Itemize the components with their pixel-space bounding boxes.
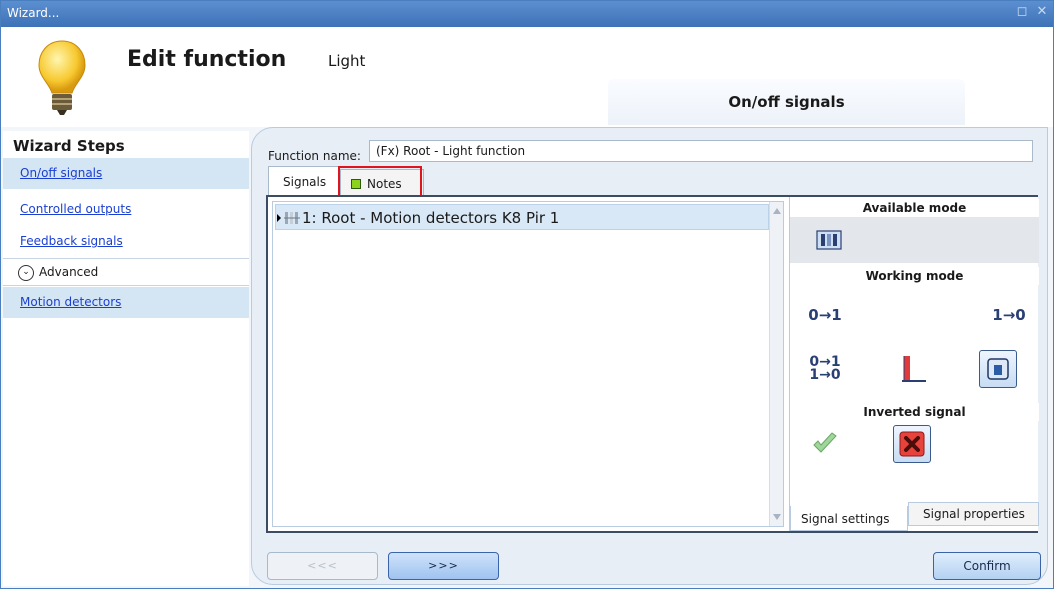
mode-falling-button[interactable]: 1→0 [990,296,1028,334]
advanced-label: Advanced [39,265,99,279]
light-bulb-icon [38,40,86,115]
tab-signals[interactable]: Signals [268,166,340,196]
pulse-icon [902,356,926,382]
tab-on-off-signals[interactable]: On/off signals [608,79,965,125]
scroll-up-icon[interactable] [773,208,781,214]
next-button[interactable]: >>> [388,552,499,580]
available-mode-band [790,217,1039,263]
tab-signal-properties[interactable]: Signal properties [908,502,1039,526]
signal-settings-panel: Available mode Working mode 0→1 1→0 0→1 … [789,197,1039,531]
main-content: Function name: (Fx) Root - Light functio… [251,127,1048,585]
page-subtitle: Light [328,52,366,70]
close-icon[interactable]: ✕ [1035,4,1049,20]
sidebar-item-motion-detectors[interactable]: Motion detectors [3,287,249,318]
sidebar-item-label[interactable]: Feedback signals [20,234,123,248]
mode-pulse-button[interactable] [894,350,932,388]
row-pointer-icon [277,214,281,222]
sidebar-title: Wizard Steps [13,137,125,155]
checkmark-icon [813,432,837,453]
signal-list: 1: Root - Motion detectors K8 Pir 1 [272,201,784,527]
mode-toggle-button[interactable]: 0→1 1→0 [806,350,844,388]
function-name-input[interactable]: (Fx) Root - Light function [369,140,1033,162]
sidebar-item-label[interactable]: Controlled outputs [20,202,131,216]
working-mode-header: Working mode [790,267,1039,285]
previous-button[interactable]: <<< [267,552,378,580]
list-item[interactable]: 1: Root - Motion detectors K8 Pir 1 [275,204,769,230]
available-mode-button[interactable] [810,221,848,259]
sidebar-item-label[interactable]: Motion detectors [20,295,121,309]
sidebar-item-controlled-outputs[interactable]: Controlled outputs [3,194,249,225]
signals-panel: 1: Root - Motion detectors K8 Pir 1 Avai… [266,195,1039,533]
advanced-section-toggle[interactable]: ⌄ Advanced [3,258,249,286]
highlight-box [338,166,422,197]
sidebar-item-feedback-signals[interactable]: Feedback signals [3,226,249,257]
inverted-signal-header: Inverted signal [790,403,1039,421]
sidebar-item-on-off-signals[interactable]: On/off signals [3,158,249,189]
switch-mode-icon [816,230,842,250]
cross-icon [899,431,925,457]
wizard-steps-sidebar: Wizard Steps On/off signals Controlled o… [3,131,249,586]
window-title: Wizard... [7,6,60,20]
available-mode-header: Available mode [790,199,1039,217]
title-bar: Wizard... ◻ ✕ [1,1,1053,27]
sidebar-item-label[interactable]: On/off signals [20,166,102,180]
inverted-no-button[interactable] [893,425,931,463]
wizard-window: Wizard... ◻ ✕ Edit function Light On/off… [0,0,1054,589]
bottom-tabs: Signal settings Signal properties [790,502,1039,531]
page-title: Edit function [127,47,287,72]
restore-icon[interactable]: ◻ [1015,4,1029,20]
signal-row-label: 1: Root - Motion detectors K8 Pir 1 [302,209,560,227]
mode-button-selected[interactable] [979,350,1017,388]
confirm-button[interactable]: Confirm [933,552,1041,580]
vertical-scrollbar[interactable] [769,202,783,526]
scroll-down-icon[interactable] [773,514,781,520]
mode-rising-button[interactable]: 0→1 [806,296,844,334]
mode-toggle-bottom: 1→0 [809,367,841,383]
wizard-header: Edit function Light On/off signals [1,27,1053,127]
motion-detector-icon [284,212,300,224]
tab-signal-settings[interactable]: Signal settings [790,506,908,531]
button-press-icon [987,358,1009,380]
chevron-down-circle-icon[interactable]: ⌄ [18,265,34,281]
inverted-yes-button[interactable] [806,425,844,463]
function-name-label: Function name: [268,149,361,163]
